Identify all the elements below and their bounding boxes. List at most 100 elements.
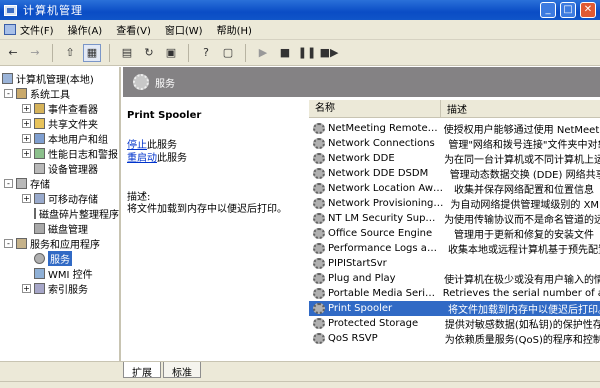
tree-item-services-and-apps[interactable]: - 服务和应用程序 <box>4 236 100 251</box>
table-row[interactable]: NT LM Security Support... 为使用传输协议而不是命名管道的… <box>309 211 600 226</box>
help-icon[interactable]: ? <box>197 44 215 62</box>
menu-help[interactable]: 帮助(H) <box>217 22 252 37</box>
column-header-name[interactable]: 名称 <box>309 100 441 118</box>
table-row[interactable]: Protected Storage 提供对敏感数据(如私钥)的保护性存储 <box>309 316 600 331</box>
tree-item-removable-storage[interactable]: + 可移动存储 <box>22 191 98 206</box>
service-description-cell: 为自动网络提供管理域级别的 XML <box>450 200 600 211</box>
expand-icon[interactable]: + <box>22 194 31 203</box>
service-gear-icon <box>313 303 325 314</box>
users-icon <box>34 133 45 144</box>
tree-item-indexing-service[interactable]: + 索引服务 <box>22 281 88 296</box>
service-name-cell: PIPIStartSvr <box>328 258 387 269</box>
tree-item-shared-folders[interactable]: + 共享文件夹 <box>22 116 98 131</box>
tree-item-services[interactable]: 服务 <box>34 251 72 266</box>
export-list-icon[interactable]: ▣ <box>162 44 180 62</box>
service-description-panel: Print Spooler 停止此服务 重启动此服务 描述: 将文件加载到内存中… <box>123 100 309 360</box>
collapse-icon[interactable]: - <box>4 239 13 248</box>
show-tree-icon[interactable]: ▦ <box>83 43 101 62</box>
tree-item-device-manager[interactable]: 设备管理器 <box>34 161 98 176</box>
menu-file[interactable]: 文件(F) <box>20 22 54 37</box>
tree-item-label: 服务和应用程序 <box>30 240 100 251</box>
table-row[interactable]: Network Connections 管理"网络和拨号连接"文件夹中对象 <box>309 136 600 151</box>
tree-item-local-users[interactable]: + 本地用户和组 <box>22 131 108 146</box>
stop-service-icon[interactable]: ■ <box>276 44 294 62</box>
service-name: Print Spooler <box>127 110 202 121</box>
toolbar-separator <box>245 43 246 62</box>
table-row[interactable]: Portable Media Serial N... Retrieves the … <box>309 286 600 301</box>
properties-icon[interactable]: ▤ <box>118 44 136 62</box>
expand-icon[interactable]: + <box>22 149 31 158</box>
up-level-icon[interactable]: ⇧ <box>61 44 79 62</box>
minimize-button[interactable]: _ <box>540 2 556 18</box>
menu-action[interactable]: 操作(A) <box>68 22 103 37</box>
collapse-icon[interactable]: - <box>4 179 13 188</box>
tree-item-performance-logs[interactable]: + 性能日志和警报 <box>22 146 118 161</box>
restart-service-link[interactable]: 重启动 <box>127 153 157 164</box>
table-row[interactable]: Performance Logs and ... 收集本地或远程计算机基于预先配置 <box>309 241 600 256</box>
service-gear-icon <box>313 243 325 254</box>
services-list: 名称 描述 NetMeeting Remote De... 使授权用户能够通过使用… <box>309 100 600 360</box>
tools-icon <box>16 88 27 99</box>
help-topic-icon[interactable]: ▢ <box>219 44 237 62</box>
details-header: 服务 <box>123 67 600 97</box>
service-gear-icon <box>313 273 325 284</box>
close-button[interactable]: ✕ <box>580 2 596 18</box>
view-tabs: 扩展 标准 <box>121 361 600 381</box>
table-row[interactable]: NetMeeting Remote De... 使授权用户能够通过使用 NetMe… <box>309 121 600 136</box>
expand-icon[interactable]: + <box>22 284 31 293</box>
service-gear-icon <box>313 153 325 164</box>
maximize-button[interactable]: □ <box>560 2 576 18</box>
tree-item-wmi-control[interactable]: WMI 控件 <box>34 266 93 281</box>
table-row[interactable]: Network DDE DSDM 管理动态数据交换 (DDE) 网络共享 <box>309 166 600 181</box>
table-row[interactable]: Plug and Play 使计算机在极少或没有用户输入的情况 <box>309 271 600 286</box>
service-gear-icon <box>313 198 325 209</box>
gear-icon <box>133 74 149 90</box>
table-row[interactable]: Network DDE 为在同一台计算机或不同计算机上运行 <box>309 151 600 166</box>
expand-icon[interactable]: + <box>22 104 31 113</box>
tree-item-label: 系统工具 <box>30 90 70 101</box>
menu-window[interactable]: 窗口(W) <box>165 22 203 37</box>
table-row[interactable]: Network Provisioning S... 为自动网络提供管理域级别的 X… <box>309 196 600 211</box>
refresh-icon[interactable]: ↻ <box>140 44 158 62</box>
tree-item-disk-management[interactable]: 磁盘管理 <box>34 221 88 236</box>
table-row[interactable]: QoS RSVP 为依赖质量服务(QoS)的程序和控制应 <box>309 331 600 346</box>
restart-service-suffix: 此服务 <box>157 153 187 164</box>
expand-icon[interactable]: + <box>22 119 31 128</box>
tab-extended[interactable]: 扩展 <box>123 362 161 379</box>
menu-view[interactable]: 查看(V) <box>116 22 151 37</box>
service-description-cell: 使计算机在极少或没有用户输入的情况 <box>444 275 600 286</box>
toolbar-separator <box>188 43 189 62</box>
column-header-description[interactable]: 描述 <box>441 101 467 116</box>
tree-item-defragmenter[interactable]: 磁盘碎片整理程序 <box>34 206 119 221</box>
tree-item-system-tools[interactable]: - 系统工具 <box>4 86 70 101</box>
start-service-icon[interactable]: ▶ <box>254 44 272 62</box>
table-row[interactable]: PIPIStartSvr <box>309 256 600 271</box>
service-name-cell: QoS RSVP <box>328 333 378 344</box>
service-description-cell: 管理动态数据交换 (DDE) 网络共享 <box>449 170 600 181</box>
service-name-cell: NT LM Security Support... <box>328 213 438 224</box>
expand-icon[interactable]: + <box>22 134 31 143</box>
service-gear-icon <box>313 228 325 239</box>
index-icon <box>34 283 45 294</box>
forward-arrow-icon[interactable]: → <box>26 44 44 62</box>
tree-item-event-viewer[interactable]: + 事件查看器 <box>22 101 98 116</box>
table-row[interactable]: Print Spooler 将文件加载到内存中以便迟后打印。 <box>309 301 600 316</box>
shared-folder-icon <box>34 118 45 129</box>
services-apps-icon <box>16 238 27 249</box>
service-name-cell: Print Spooler <box>328 303 393 314</box>
service-name-cell: Plug and Play <box>328 273 396 284</box>
tree-item-storage[interactable]: - 存储 <box>4 176 50 191</box>
collapse-icon[interactable]: - <box>4 89 13 98</box>
back-arrow-icon[interactable]: ← <box>4 44 22 62</box>
app-menu-icon[interactable] <box>4 24 16 35</box>
pause-service-icon[interactable]: ❚❚ <box>298 44 316 62</box>
computer-icon <box>2 73 13 84</box>
service-name-cell: Protected Storage <box>328 318 419 329</box>
restart-service-icon[interactable]: ■▶ <box>320 44 339 62</box>
list-header: 名称 描述 <box>309 100 600 118</box>
table-row[interactable]: Office Source Engine 管理用于更新和修复的安装文件 <box>309 226 600 241</box>
table-row[interactable]: Network Location Awar... 收集并保存网络配置和位置信息 <box>309 181 600 196</box>
tree-item-computer-management[interactable]: 计算机管理(本地) <box>2 71 94 86</box>
tree-item-label: 服务 <box>48 251 72 266</box>
tab-standard[interactable]: 标准 <box>163 362 201 379</box>
